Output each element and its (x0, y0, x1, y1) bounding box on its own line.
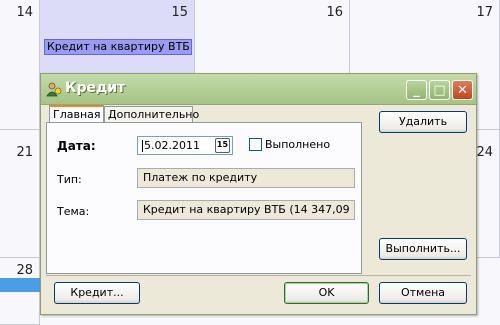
calendar-event[interactable]: Кредит на квартиру ВТБ (1... (44, 39, 192, 55)
date-input[interactable]: 5.02.2011 15 (137, 136, 233, 155)
subject-field: Кредит на квартиру ВТБ (14 347,09 руб.) (137, 200, 355, 220)
event-bar[interactable] (0, 278, 40, 292)
tab-panel-main: Дата: 5.02.2011 15 Выполнено Тип: Платеж… (46, 122, 362, 274)
type-label: Тип: (57, 173, 82, 186)
completed-label[interactable]: Выполнено (265, 138, 330, 151)
tab-additional[interactable]: Дополнительно (104, 106, 199, 122)
user-money-icon (46, 82, 62, 97)
day-number: 16 (326, 5, 343, 20)
day-number: 21 (16, 145, 33, 160)
date-value: 5.02.2011 (144, 139, 200, 152)
calendar-picker-button[interactable]: 15 (215, 138, 230, 153)
day-number: 24 (476, 145, 493, 160)
delete-button[interactable]: Удалить (379, 111, 467, 133)
cancel-button[interactable]: Отмена (379, 282, 467, 304)
divider (46, 275, 471, 276)
maximize-button[interactable]: □ (429, 80, 450, 100)
text-cursor (142, 140, 143, 152)
credit-dialog: Кредит _ □ ✕ Главная Дополнительно Дата:… (40, 73, 477, 315)
day-number: 14 (16, 5, 33, 20)
minimize-button[interactable]: _ (406, 80, 427, 100)
close-button[interactable]: ✕ (452, 80, 473, 100)
execute-button[interactable]: Выполнить... (379, 238, 467, 260)
type-field: Платеж по кредиту (137, 168, 355, 188)
day-number: 17 (476, 5, 493, 20)
calendar-cell[interactable]: 21 (0, 130, 40, 258)
calendar-cell[interactable]: 14 (0, 0, 40, 130)
title-bar[interactable]: Кредит _ □ ✕ (41, 74, 476, 105)
dialog-title: Кредит (65, 80, 126, 96)
day-number: 28 (16, 263, 33, 278)
minimize-icon: _ (413, 82, 420, 98)
completed-checkbox[interactable] (249, 138, 262, 151)
credit-button[interactable]: Кредит... (54, 282, 140, 304)
tab-main[interactable]: Главная (49, 105, 104, 123)
subject-label: Тема: (57, 205, 90, 218)
maximize-icon: □ (433, 82, 446, 98)
ok-button[interactable]: OK (284, 282, 369, 304)
date-label: Дата: (57, 139, 96, 153)
close-icon: ✕ (457, 82, 468, 98)
day-number: 15 (171, 5, 188, 20)
